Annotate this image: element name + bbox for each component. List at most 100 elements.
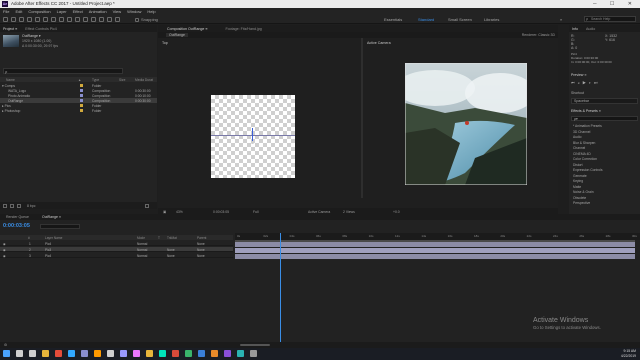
menu-animation[interactable]: Animation	[89, 9, 107, 14]
workspace-libraries[interactable]: Libraries	[484, 17, 499, 22]
menu-view[interactable]: View	[113, 9, 122, 14]
camera-tool-icon[interactable]	[43, 17, 48, 22]
tab-project[interactable]: Project ≡	[3, 27, 17, 31]
layer-row[interactable]: ◉ 2 Pic3 Normal None None	[0, 247, 233, 252]
tab-audio[interactable]: Audio	[586, 27, 595, 31]
effects-category[interactable]: * Animation Presets	[573, 124, 602, 128]
current-time-display[interactable]: 0:00:03:05	[213, 210, 229, 214]
preview-header[interactable]: Preview ≡	[571, 73, 638, 77]
workspaces-more-button[interactable]: »	[560, 17, 562, 22]
layer-bar-1[interactable]	[235, 242, 635, 247]
pan-behind-tool-icon[interactable]	[51, 17, 56, 22]
layer-name[interactable]: Pic3	[45, 248, 51, 252]
home-tool-icon[interactable]	[3, 17, 8, 22]
windows-start-icon[interactable]	[3, 350, 10, 357]
layer-mode-select[interactable]: Normal	[137, 248, 147, 252]
pen-tool-icon[interactable]	[67, 17, 72, 22]
tab-outrange-timeline[interactable]: OutRange ≡	[42, 215, 61, 219]
exposure-value[interactable]: +0.0	[393, 210, 400, 214]
layer-mode-select[interactable]: Normal	[137, 242, 147, 246]
layer-name[interactable]: Pic4	[45, 242, 51, 246]
col-name[interactable]: Name	[6, 78, 15, 82]
tab-footage[interactable]: Footage: Fitz/Hand.jpg	[225, 27, 261, 31]
label-color-swatch[interactable]	[80, 98, 83, 102]
time-ruler[interactable]: 0s 02s 04s 06s 08s 10s 12s 14s 16s 18s 20s 22s 24s 26…	[235, 233, 640, 240]
brush-tool-icon[interactable]	[83, 17, 88, 22]
layer-mode-select[interactable]: Normal	[137, 254, 147, 258]
3d-view-select[interactable]: Active Camera	[308, 210, 330, 214]
top-view-canvas[interactable]	[211, 95, 295, 178]
layer-trkmat-select[interactable]: None	[167, 248, 175, 252]
label-color-swatch[interactable]	[80, 88, 83, 92]
workspace-essentials[interactable]: Essentials	[384, 17, 402, 22]
layer-parent-select[interactable]: None	[197, 248, 205, 252]
renderer-label[interactable]: Renderer: Classic 3D	[522, 33, 555, 37]
menu-help[interactable]: Help	[147, 9, 155, 14]
snapping-checkbox[interactable]	[135, 17, 139, 22]
col-parent[interactable]: Parent	[197, 236, 206, 240]
search-help-input[interactable]: ρ Search Help	[584, 16, 636, 22]
zoom-slider[interactable]	[240, 344, 270, 346]
media-encoder-icon[interactable]	[81, 350, 88, 357]
layer-bar-2[interactable]	[235, 248, 635, 253]
effects-category[interactable]: Obsolete	[573, 196, 586, 200]
project-search-input[interactable]: ρ	[3, 68, 123, 74]
toggle-switches-icon[interactable]: ⚙	[4, 343, 7, 347]
layer-row[interactable]: ◉ 3 Pic4 Normal None None	[0, 253, 233, 258]
layer-row[interactable]: ◉ 1 Pic4 Normal None	[0, 241, 233, 246]
visibility-eye-icon[interactable]: ◉	[3, 254, 6, 258]
app-icon-red[interactable]	[172, 350, 179, 357]
effects-category[interactable]: 3D Channel	[573, 130, 590, 134]
bit-depth-button[interactable]: 8 bpc	[27, 204, 36, 208]
eraser-tool-icon[interactable]	[99, 17, 104, 22]
col-trkmat[interactable]: TrkMat	[167, 236, 177, 240]
col-layer-name[interactable]: Layer Name	[45, 236, 62, 240]
view-layout-select[interactable]: 2 Views	[343, 210, 355, 214]
app-icon-blue[interactable]	[198, 350, 205, 357]
shape-tool-icon[interactable]	[59, 17, 64, 22]
type-tool-icon[interactable]	[75, 17, 80, 22]
effects-search-input[interactable]: ρ▾	[571, 116, 638, 121]
app-icon-teal[interactable]	[237, 350, 244, 357]
menu-file[interactable]: File	[3, 9, 9, 14]
effects-category[interactable]: Matte	[573, 185, 581, 189]
subtab-outrange[interactable]: OutRange	[166, 33, 188, 37]
tab-render-queue[interactable]: Render Queue	[6, 215, 29, 219]
first-frame-icon[interactable]: ⏮	[571, 80, 578, 85]
label-color-swatch[interactable]	[80, 103, 83, 107]
project-selected-name[interactable]: OutRange ▾	[22, 34, 41, 38]
app-icon-orange[interactable]	[211, 350, 218, 357]
effects-presets-header[interactable]: Effects & Presets ≡	[571, 109, 638, 113]
visibility-eye-icon[interactable]: ◉	[3, 242, 6, 246]
effects-category[interactable]: CINEMA 4D	[573, 152, 591, 156]
tab-info[interactable]: Info	[572, 27, 578, 31]
magnification-select[interactable]: 43%	[176, 210, 183, 214]
resolution-select[interactable]: Full	[253, 210, 258, 214]
shortcut-select[interactable]: Spacebar	[571, 98, 638, 104]
after-effects-icon[interactable]	[120, 350, 127, 357]
taskbar-clock[interactable]: 9:15 AM 4/22/2019	[621, 349, 636, 358]
3d-axis-gizmo-icon[interactable]	[252, 128, 253, 142]
active-camera-photo[interactable]	[405, 63, 527, 185]
col-type[interactable]: Type	[92, 78, 99, 82]
task-view-icon[interactable]	[29, 350, 36, 357]
workspace-small-screen[interactable]: Small Screen	[448, 17, 472, 22]
app-icon-purple[interactable]	[224, 350, 231, 357]
rotation-tool-icon[interactable]	[35, 17, 40, 22]
col-mode[interactable]: Mode	[137, 236, 145, 240]
window-controls[interactable]: ─ ☐ ✕	[593, 1, 638, 7]
layer-parent-select[interactable]: None	[197, 242, 205, 246]
audition-icon[interactable]	[159, 350, 166, 357]
premiere-icon[interactable]	[133, 350, 140, 357]
col-size[interactable]: Size	[119, 78, 125, 82]
trash-icon[interactable]	[145, 203, 149, 208]
app-icon-gray[interactable]	[250, 350, 257, 357]
effects-category[interactable]: Expression Controls	[573, 168, 603, 172]
timeline-search-input[interactable]	[40, 224, 80, 229]
layer-bar-3[interactable]	[235, 254, 635, 259]
roto-brush-tool-icon[interactable]	[107, 17, 112, 22]
layer-name[interactable]: Pic4	[45, 254, 51, 258]
col-duration[interactable]: Media Durat	[135, 78, 153, 82]
layer-parent-select[interactable]: None	[197, 254, 205, 258]
folder-icon[interactable]	[146, 350, 153, 357]
